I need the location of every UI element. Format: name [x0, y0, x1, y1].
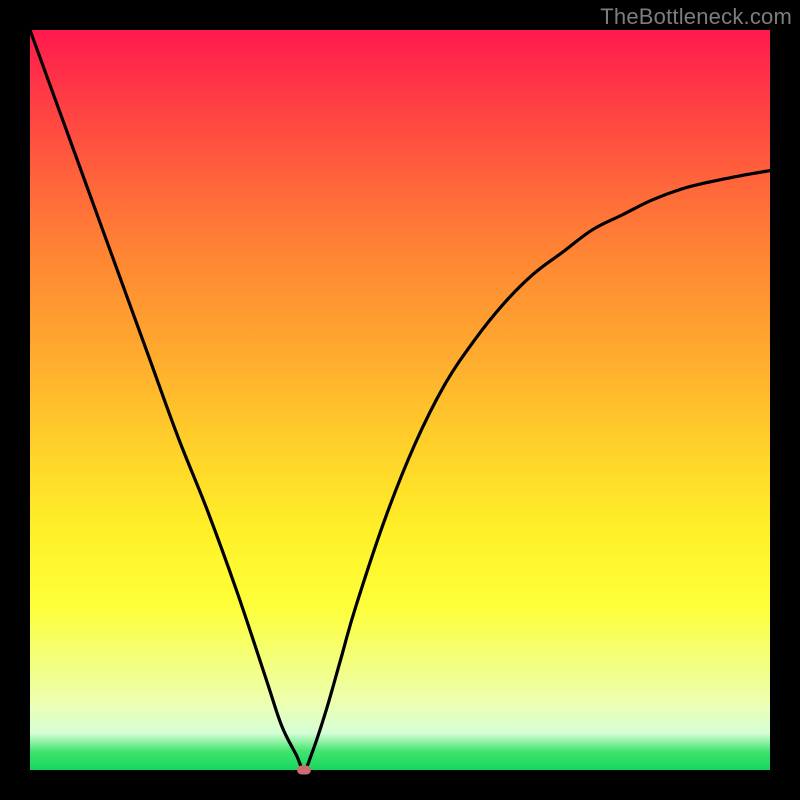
chart-frame: TheBottleneck.com	[0, 0, 800, 800]
watermark-text: TheBottleneck.com	[600, 4, 792, 30]
minimum-marker	[297, 766, 311, 775]
chart-plot-area	[30, 30, 770, 770]
bottleneck-curve	[30, 30, 770, 770]
